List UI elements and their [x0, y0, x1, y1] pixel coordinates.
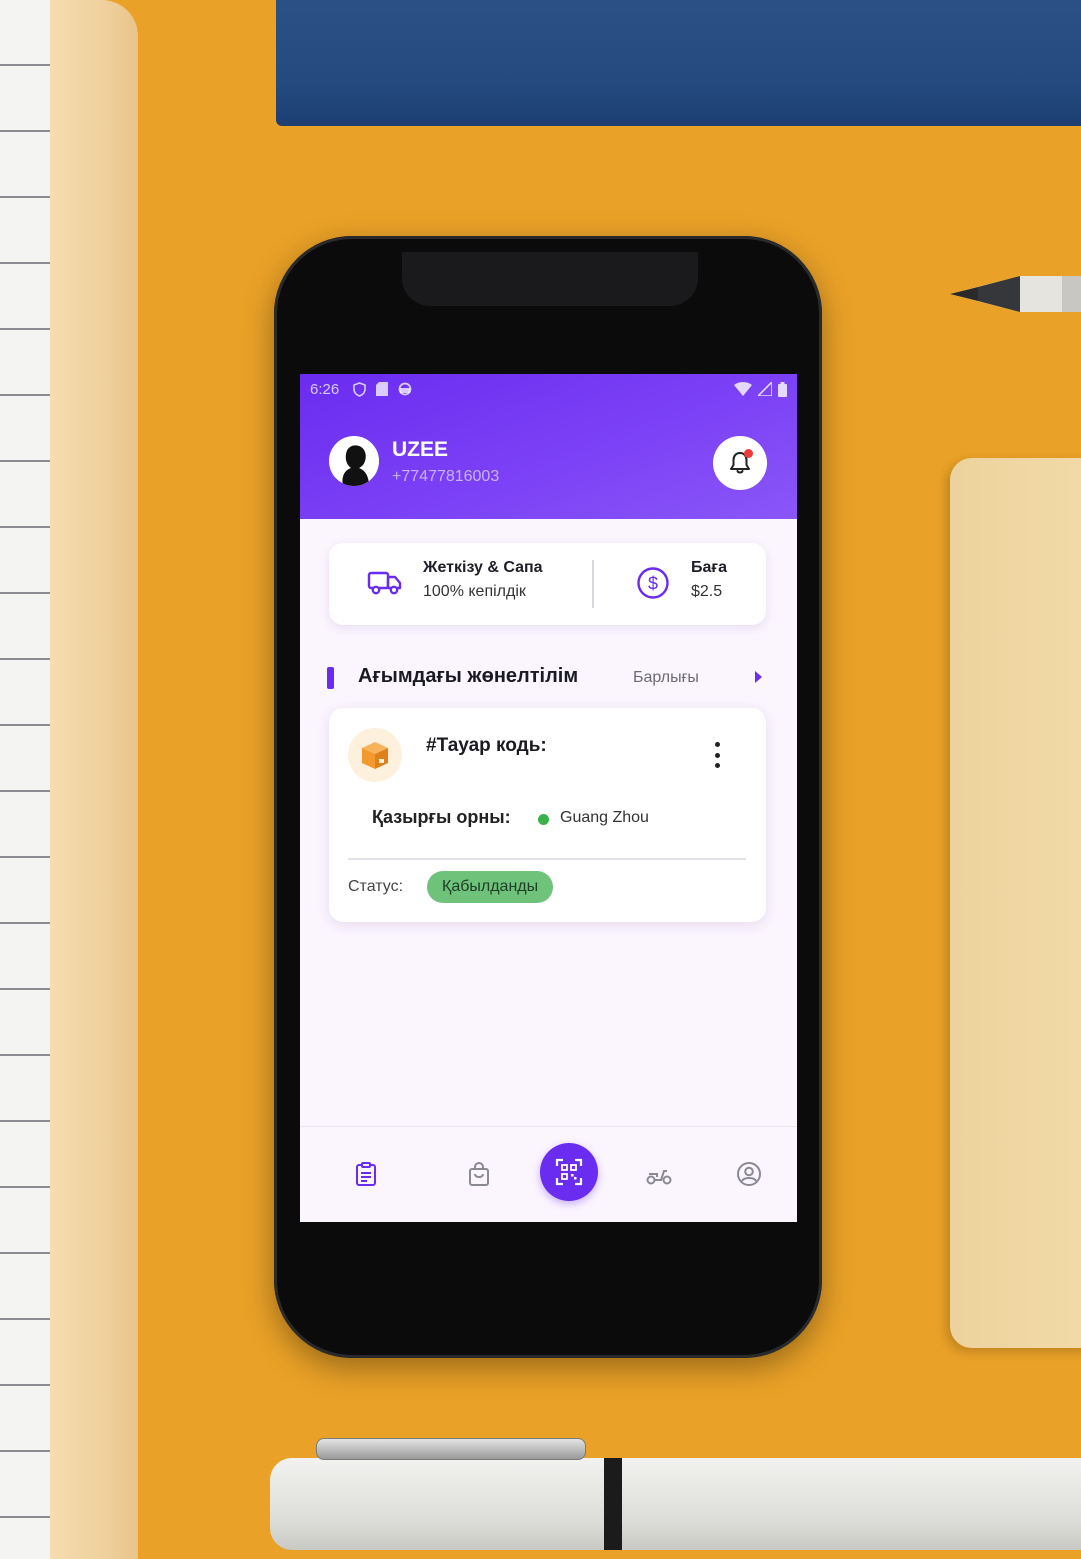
location-label: Қазырғы орны: — [372, 807, 511, 827]
bottom-navigation — [300, 1126, 797, 1222]
pen-ring — [604, 1458, 622, 1550]
status-label: Статус: — [348, 878, 404, 895]
wifi-icon — [734, 382, 752, 396]
app-screen: 6:26 UZEE +77477816003 Жеткізу & Сапа 10… — [300, 374, 797, 1222]
blue-book — [276, 0, 1081, 126]
info-card: Жеткізу & Сапа 100% кепілдік $ Баға $2.5 — [329, 543, 766, 625]
location-value: Guang Zhou — [560, 809, 649, 826]
notepad — [950, 458, 1081, 1348]
status-bar: 6:26 — [310, 379, 787, 399]
info-divider — [592, 560, 594, 608]
price-value: $2.5 — [691, 583, 723, 600]
section-title: Ағымдағы жөнелтілім — [358, 665, 579, 687]
qr-scan-icon — [555, 1158, 583, 1186]
nav-orders[interactable] — [351, 1159, 381, 1189]
user-phone: +77477816003 — [392, 468, 500, 485]
scooter-icon — [646, 1170, 672, 1185]
shipment-card[interactable]: #Тауар кодь: Қазырғы орны: Guang Zhou Ст… — [329, 708, 766, 922]
sd-card-icon — [376, 381, 389, 396]
nav-delivery[interactable] — [644, 1159, 674, 1189]
clipboard-icon — [356, 1162, 376, 1186]
shopping-bag-icon — [469, 1161, 489, 1186]
avatar[interactable] — [329, 436, 379, 486]
dollar-icon: $ — [637, 567, 669, 599]
shield-icon — [353, 381, 367, 397]
avatar-silhouette-icon — [329, 436, 379, 486]
notification-dot — [744, 449, 753, 458]
price-title: Баға — [691, 559, 727, 576]
nav-scan-button[interactable] — [540, 1143, 598, 1201]
chevron-right-icon[interactable] — [755, 671, 762, 683]
pencil-tip — [950, 276, 1081, 312]
delivery-quality: Жеткізу & Сапа 100% кепілдік — [423, 559, 543, 601]
section-accent-bar — [327, 667, 334, 689]
notification-button[interactable] — [713, 436, 767, 490]
delivery-title: Жеткізу & Сапа — [423, 559, 543, 576]
battery-icon — [778, 381, 787, 397]
phone-notch — [402, 252, 698, 306]
status-time: 6:26 — [310, 380, 340, 398]
location-status-dot — [538, 814, 549, 825]
notebook-cover — [50, 0, 138, 1559]
product-code-label: #Тауар кодь: — [426, 735, 547, 756]
price-block: Баға $2.5 — [691, 559, 727, 601]
signal-icon — [758, 382, 772, 396]
card-divider — [348, 858, 746, 860]
pen-clip — [316, 1438, 586, 1460]
truck-icon — [367, 571, 402, 595]
pen-body — [270, 1458, 1081, 1550]
box-icon — [348, 728, 402, 782]
status-badge: Қабылданды — [427, 871, 554, 903]
user-name: UZEE — [392, 438, 449, 461]
nav-shop[interactable] — [464, 1159, 494, 1189]
profile-header: 6:26 UZEE +77477816003 — [300, 374, 797, 519]
svg-text:$: $ — [648, 574, 658, 594]
more-options-icon[interactable] — [707, 742, 727, 768]
sync-icon — [398, 382, 412, 395]
nav-profile[interactable] — [734, 1159, 764, 1189]
see-all-link[interactable]: Барлығы — [633, 669, 699, 687]
user-circle-icon — [737, 1162, 761, 1186]
delivery-guarantee: 100% кепілдік — [423, 583, 526, 600]
current-shipments-header: Ағымдағы жөнелтілім Барлығы — [327, 663, 767, 693]
notebook-paper — [0, 0, 52, 1559]
